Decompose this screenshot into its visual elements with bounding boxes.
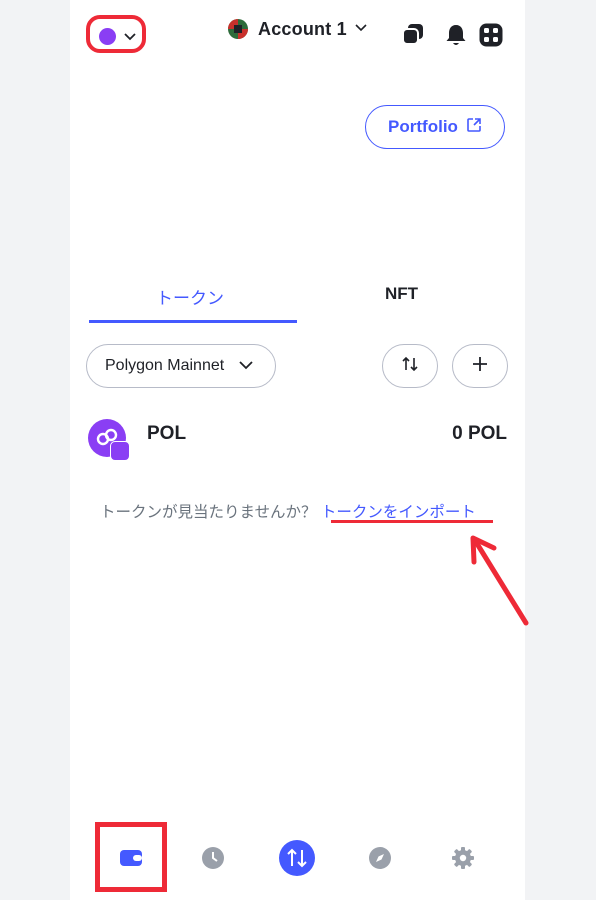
add-token-button[interactable] xyxy=(452,344,508,388)
sort-icon xyxy=(401,355,419,378)
explore-icon xyxy=(368,846,392,875)
swap-icon xyxy=(278,839,316,882)
account-name: Account 1 xyxy=(258,18,347,39)
import-prompt: トークンが見当たりませんか？ xyxy=(100,504,317,521)
nav-wallet-button[interactable] xyxy=(115,844,147,876)
import-tokens-line: トークンが見当たりませんか？ トークンをインポート xyxy=(100,500,476,522)
copy-icon[interactable] xyxy=(400,22,428,50)
bottom-navigation xyxy=(70,822,525,900)
chevron-down-icon xyxy=(224,357,254,375)
account-avatar xyxy=(228,19,248,39)
nav-swap-button[interactable] xyxy=(277,839,317,882)
network-filter-label: Polygon Mainnet xyxy=(105,357,225,374)
tab-tokens[interactable]: トークン xyxy=(156,284,224,309)
network-filter-dropdown[interactable]: Polygon Mainnet xyxy=(86,344,276,388)
tab-nft[interactable]: NFT xyxy=(385,284,418,304)
token-symbol: POL xyxy=(147,423,187,444)
portfolio-label: Portfolio xyxy=(388,117,458,136)
chevron-down-icon xyxy=(124,29,136,47)
plus-icon xyxy=(472,356,488,377)
nav-settings-button[interactable] xyxy=(447,844,479,876)
wallet-app: Account 1 Portfolio トークン NFT Polygon Mai… xyxy=(70,0,525,900)
bell-icon[interactable] xyxy=(443,22,471,50)
import-tokens-link[interactable]: トークンをインポート xyxy=(321,504,476,521)
token-balance: 0 POL xyxy=(452,423,507,444)
wallet-icon xyxy=(119,848,143,873)
apps-grid-icon[interactable] xyxy=(478,22,506,50)
network-selector-button[interactable] xyxy=(86,15,146,53)
highlight-underline xyxy=(331,520,493,523)
portfolio-button[interactable]: Portfolio xyxy=(365,105,505,149)
annotation-arrow-icon xyxy=(470,535,529,626)
polygon-icon xyxy=(99,28,116,45)
external-link-icon xyxy=(458,117,482,138)
chevron-down-icon xyxy=(355,20,367,38)
polygon-network-badge-icon xyxy=(110,441,130,461)
settings-icon xyxy=(451,846,475,875)
nav-activity-button[interactable] xyxy=(197,844,229,876)
sort-button[interactable] xyxy=(382,344,438,388)
active-tab-indicator xyxy=(89,320,297,323)
clock-icon xyxy=(201,846,225,875)
nav-explore-button[interactable] xyxy=(364,844,396,876)
account-selector[interactable]: Account 1 xyxy=(228,16,367,42)
